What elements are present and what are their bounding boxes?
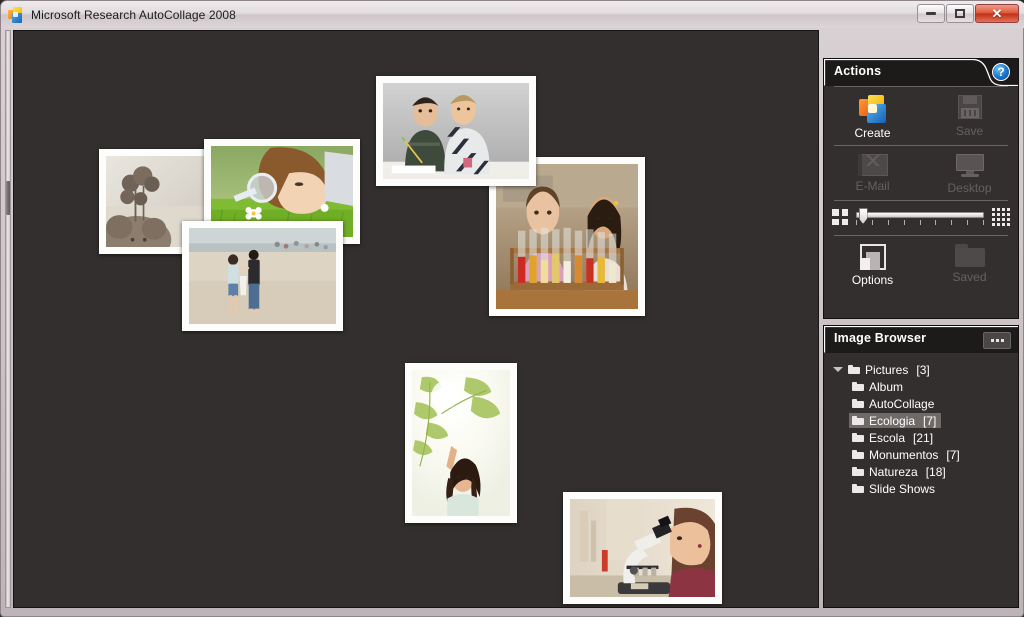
tree-item-pictures[interactable]: Pictures [3] (830, 361, 1012, 378)
maximize-icon (955, 9, 965, 18)
tree-item-label: Pictures (865, 362, 909, 377)
photo-boys-studying-image (383, 83, 529, 179)
saved-label: Saved (952, 270, 987, 284)
photo-girl-leaves-image (412, 370, 510, 516)
tree-item-escola[interactable]: Escola [21] (830, 429, 1012, 446)
collage-canvas[interactable] (13, 30, 819, 608)
actions-panel-title: Actions (834, 64, 882, 78)
tree-item-label: Monumentos (869, 447, 939, 462)
tree-item-count: [18] (925, 464, 946, 479)
save-button[interactable]: Save (921, 87, 1018, 145)
browse-ellipsis-button[interactable] (983, 332, 1011, 349)
actions-panel: Actions ? Create Save E-Mail Desktop Opt… (823, 58, 1019, 319)
folder-tree[interactable]: Pictures [3] Album AutoCollage Ecologia [7] Es… (824, 353, 1018, 503)
photo-boys-studying[interactable] (376, 76, 536, 186)
maximize-button[interactable] (946, 4, 974, 23)
create-icon (858, 95, 887, 123)
close-icon: ✕ (991, 6, 1003, 21)
desktop-icon (955, 154, 985, 178)
help-icon[interactable]: ? (992, 63, 1010, 81)
image-count-slider[interactable] (856, 208, 984, 225)
options-label: Options (851, 273, 894, 287)
photo-beach-cleanup-image (189, 228, 336, 324)
image-browser-title: Image Browser (834, 331, 927, 345)
slider-track[interactable] (856, 212, 984, 218)
minimize-icon (926, 12, 936, 15)
folder-icon (852, 467, 864, 476)
tree-item-label: Album (869, 379, 904, 394)
tree-item-monumentos[interactable]: Monumentos [7] (830, 446, 1012, 463)
folder-icon (852, 433, 864, 442)
email-button[interactable]: E-Mail (824, 146, 921, 200)
tree-item-ecologia[interactable]: Ecologia [7] (830, 412, 1012, 429)
email-label: E-Mail (855, 179, 890, 193)
create-button[interactable]: Create (824, 87, 921, 145)
slider-ticks (856, 220, 984, 225)
chevron-down-icon[interactable] (832, 364, 843, 375)
desktop-label: Desktop (947, 181, 992, 195)
tree-item-autocollage[interactable]: AutoCollage (830, 395, 1012, 412)
close-button[interactable]: ✕ (975, 4, 1019, 23)
tree-item-count: [7] (946, 447, 960, 462)
window-controls: ✕ (917, 4, 1019, 23)
tree-item-label: Escola (869, 430, 906, 445)
autocollage-logo-icon (8, 6, 24, 23)
photo-beach-cleanup[interactable] (182, 221, 343, 331)
left-panel-splitter[interactable] (5, 30, 11, 608)
photo-girl-leaves[interactable] (405, 363, 517, 523)
many-images-grid-icon[interactable] (992, 208, 1010, 226)
application-window: Microsoft Research AutoCollage 2008 ✕ Ac… (0, 0, 1024, 617)
image-browser-panel: Image Browser Pictures [3] Album AutoCollag… (823, 325, 1019, 608)
tree-item-album[interactable]: Album (830, 378, 1012, 395)
tree-item-label: Ecologia (869, 413, 916, 428)
tree-item-count: [21] (913, 430, 934, 445)
desktop-button[interactable]: Desktop (921, 146, 1018, 200)
options-icon (859, 244, 886, 270)
save-icon (956, 95, 984, 121)
image-count-slider-row (824, 201, 1018, 235)
folder-icon (852, 416, 864, 425)
tree-item-label: Natureza (869, 464, 918, 479)
folder-icon (852, 399, 864, 408)
folder-icon (954, 244, 985, 267)
folder-icon (848, 365, 860, 374)
tree-item-label: AutoCollage (869, 396, 935, 411)
image-browser-header: Image Browser (824, 326, 1018, 353)
email-icon (857, 154, 888, 176)
actions-row-secondary: Options Saved (824, 236, 1018, 292)
client-area: Actions ? Create Save E-Mail Desktop Opt… (5, 28, 1021, 614)
tree-item-count: [7] (923, 413, 937, 428)
photo-microscope-image (570, 499, 715, 597)
actions-row-share: E-Mail Desktop (824, 146, 1018, 200)
tree-item-label: Slide Shows (869, 481, 936, 496)
actions-panel-header: Actions ? (824, 59, 1018, 86)
saved-button[interactable]: Saved (921, 236, 1018, 292)
create-label: Create (854, 126, 891, 140)
folder-icon (852, 484, 864, 493)
folder-icon (852, 450, 864, 459)
save-label: Save (955, 124, 984, 138)
tree-item-slide-shows[interactable]: Slide Shows (830, 480, 1012, 497)
few-images-grid-icon[interactable] (832, 209, 848, 225)
splitter-grip[interactable] (6, 181, 10, 215)
folder-icon (852, 382, 864, 391)
options-button[interactable]: Options (824, 236, 921, 292)
tree-item-natureza[interactable]: Natureza [18] (830, 463, 1012, 480)
minimize-button[interactable] (917, 4, 945, 23)
actions-row-primary: Create Save (824, 87, 1018, 145)
photo-microscope[interactable] (563, 492, 722, 604)
tree-item-count: [3] (916, 362, 930, 377)
title-bar[interactable]: Microsoft Research AutoCollage 2008 ✕ (1, 1, 1024, 28)
window-title: Microsoft Research AutoCollage 2008 (31, 7, 236, 22)
